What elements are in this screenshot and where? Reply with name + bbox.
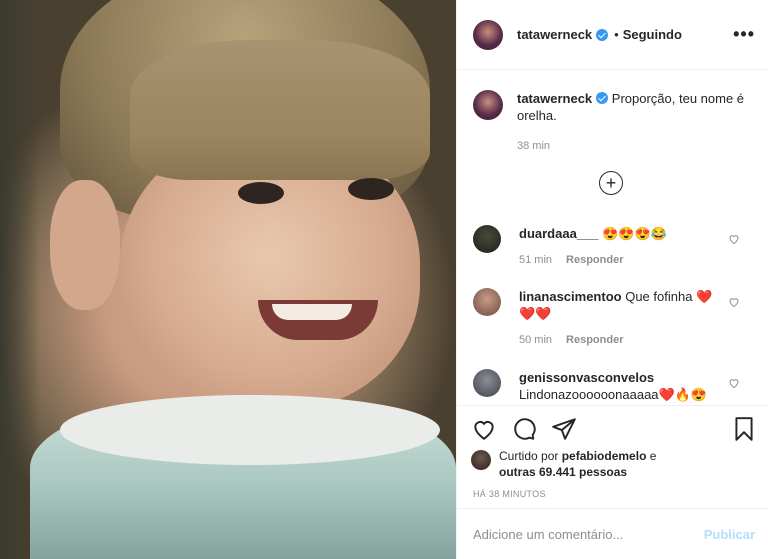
reply-button[interactable]: Responder xyxy=(566,254,623,266)
post-header: tatawerneck • Seguindo ••• xyxy=(457,0,768,70)
add-comment-bar: Adicione um comentário... Publicar xyxy=(457,508,768,559)
comment-text: Lindonazoooooonaaaaa❤️🔥😍 xyxy=(519,387,708,402)
photo-collar xyxy=(60,395,440,465)
post-caption: tatawerneck Proporção, teu nome é orelha… xyxy=(473,90,753,155)
comment-bubble-icon[interactable] xyxy=(511,416,537,442)
reply-button[interactable]: Responder xyxy=(566,334,623,346)
comment-heart-icon[interactable] xyxy=(728,296,740,308)
comment-item: linanascimentoo Que fofinha ❤️ ❤️❤️ 50 m… xyxy=(473,288,763,349)
verified-icon xyxy=(596,92,609,104)
comment-item: duardaaa___ 😍😍😍😂 51 min Responder xyxy=(473,225,763,269)
share-send-icon[interactable] xyxy=(551,416,577,442)
comment-heart-icon[interactable] xyxy=(728,233,740,245)
photo-bangs xyxy=(130,40,430,180)
liked-by: Curtido por pefabiodemelo e outras 69.44… xyxy=(471,448,656,480)
photo-teeth xyxy=(272,304,352,320)
caption-avatar[interactable] xyxy=(473,90,503,120)
liked-join: e xyxy=(649,449,657,463)
comment-heart-icon[interactable] xyxy=(728,377,740,389)
photo-eye-right xyxy=(348,178,394,200)
commenter-avatar[interactable] xyxy=(473,369,501,397)
liked-prefix: Curtido por xyxy=(499,449,559,463)
comment-item: genissonvasconvelos Lindonazoooooonaaaaa… xyxy=(473,369,763,403)
comment-time[interactable]: 50 min xyxy=(519,334,552,346)
liked-others[interactable]: outras 69.441 pessoas xyxy=(499,465,627,479)
more-options-icon[interactable]: ••• xyxy=(733,24,755,45)
liked-user[interactable]: pefabiodemelo xyxy=(562,449,647,463)
like-heart-icon[interactable] xyxy=(471,416,497,442)
liker-avatar[interactable] xyxy=(471,450,491,470)
caption-username[interactable]: tatawerneck xyxy=(517,91,592,106)
comment-text: 😍😍😍😂 xyxy=(602,226,667,241)
save-bookmark-icon[interactable] xyxy=(731,416,757,442)
post-timestamp[interactable]: HÁ 38 MINUTOS xyxy=(473,489,546,499)
author-avatar[interactable] xyxy=(473,19,503,50)
photo-ear xyxy=(50,180,120,310)
comment-input[interactable]: Adicione um comentário... xyxy=(473,527,704,542)
post-photo[interactable] xyxy=(0,0,456,559)
separator-dot: • xyxy=(614,27,619,42)
commenter-avatar[interactable] xyxy=(473,288,501,316)
comment-username[interactable]: genissonvasconvelos xyxy=(519,370,654,385)
author-username[interactable]: tatawerneck xyxy=(517,27,592,42)
comment-time[interactable]: 51 min xyxy=(519,254,552,266)
verified-icon xyxy=(596,28,609,41)
comment-username[interactable]: duardaaa___ xyxy=(519,226,599,241)
plus-circle-icon[interactable]: + xyxy=(599,171,623,195)
commenter-avatar[interactable] xyxy=(473,225,501,253)
post-side-panel: tatawerneck • Seguindo ••• tatawerneck P… xyxy=(456,0,768,559)
photo-eye-left xyxy=(238,182,284,204)
publish-button[interactable]: Publicar xyxy=(704,527,755,542)
caption-time[interactable]: 38 min xyxy=(517,138,753,155)
comment-username[interactable]: linanascimentoo xyxy=(519,289,622,304)
following-button[interactable]: Seguindo xyxy=(623,27,682,42)
